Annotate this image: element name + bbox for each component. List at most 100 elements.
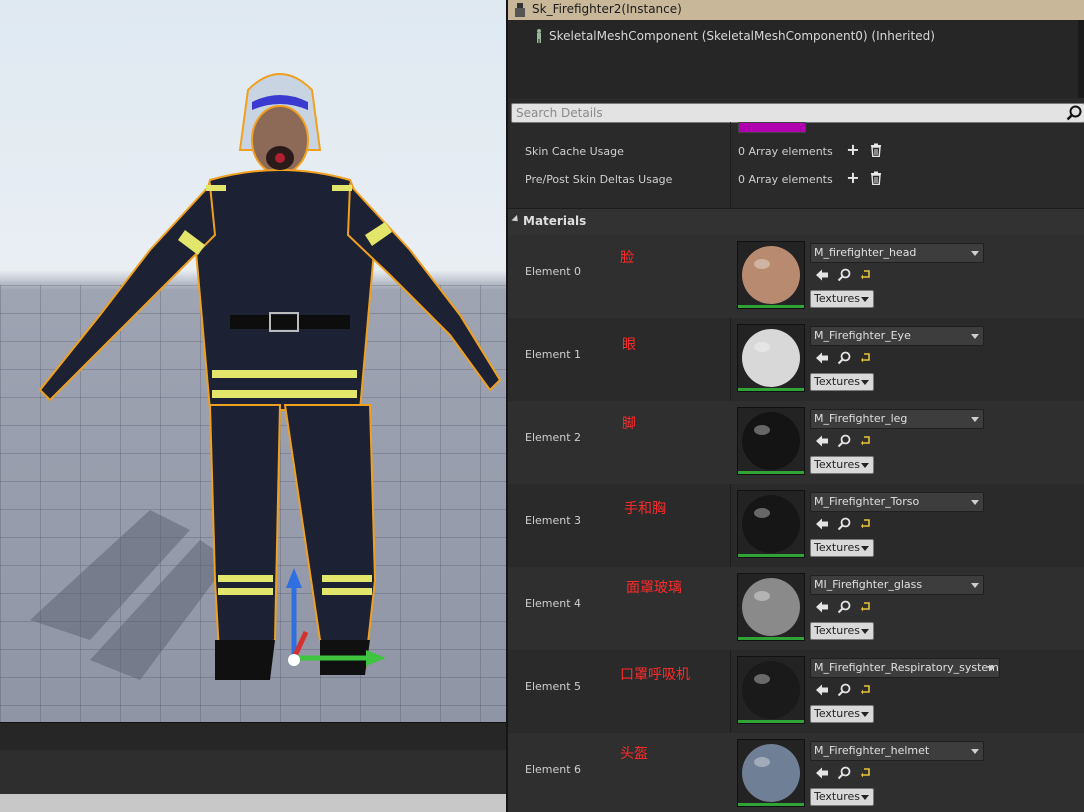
trash-icon[interactable] (870, 171, 882, 185)
property-value: 0 Array elements (738, 173, 833, 186)
material-picker-dropdown[interactable]: M_firefighter_head (810, 243, 984, 263)
materials-category-title: Materials (523, 214, 587, 228)
thumbnail-status-bar (738, 305, 804, 308)
search-input[interactable] (516, 104, 1056, 122)
material-thumbnail[interactable] (737, 490, 805, 558)
material-name: M_Firefighter_Respiratory_system (814, 661, 999, 674)
textures-dropdown-button[interactable]: Textures (810, 539, 874, 557)
arrow-left-icon[interactable] (815, 683, 829, 697)
arrow-left-icon[interactable] (815, 517, 829, 531)
plus-icon[interactable]: + (846, 170, 860, 186)
material-picker-dropdown[interactable]: M_Firefighter_helmet (810, 741, 984, 761)
chevron-down-icon (861, 795, 869, 800)
chevron-down-icon (861, 712, 869, 717)
textures-dropdown-button[interactable]: Textures (810, 705, 874, 723)
chevron-down-icon (987, 666, 995, 671)
magnifier-icon[interactable] (837, 351, 851, 365)
material-thumbnail[interactable] (737, 739, 805, 807)
level-viewport[interactable] (0, 0, 506, 722)
textures-label: Textures (814, 624, 860, 637)
chevron-down-icon (971, 500, 979, 505)
textures-dropdown-button[interactable]: Textures (810, 788, 874, 806)
material-sphere-icon (738, 657, 804, 723)
chevron-down-icon (861, 463, 869, 468)
annotation-note: 手和胸 (624, 501, 666, 517)
property-row-pre-post-skin-deltas: Pre/Post Skin Deltas Usage 0 Array eleme… (508, 166, 1084, 194)
arrow-left-icon[interactable] (815, 434, 829, 448)
arrow-left-icon[interactable] (815, 600, 829, 614)
color-swatch[interactable] (738, 122, 806, 133)
annotation-note: 眼 (622, 337, 636, 353)
material-sphere-icon (738, 740, 804, 806)
magnifier-icon[interactable] (837, 683, 851, 697)
material-picker-dropdown[interactable]: M_Firefighter_Respiratory_system (810, 658, 1000, 678)
material-sphere-icon (738, 325, 804, 391)
thumbnail-status-bar (738, 554, 804, 557)
chevron-down-icon (861, 297, 869, 302)
material-name: M_Firefighter_leg (814, 412, 908, 425)
reset-arrow-icon[interactable] (861, 351, 871, 365)
actor-instance-row[interactable]: Sk_Firefighter2(Instance) (508, 0, 1084, 20)
arrow-left-icon[interactable] (815, 268, 829, 282)
textures-dropdown-button[interactable]: Textures (810, 373, 874, 391)
magnifier-icon[interactable] (837, 434, 851, 448)
textures-dropdown-button[interactable]: Textures (810, 290, 874, 308)
material-element-row-3: Element 3 手和胸 M_Firefighter_Torso Textur… (508, 484, 1084, 567)
reset-arrow-icon[interactable] (861, 683, 871, 697)
reset-arrow-icon[interactable] (861, 268, 871, 282)
firefighter-character[interactable] (30, 60, 506, 700)
material-thumbnail[interactable] (737, 573, 805, 641)
material-sphere-icon (738, 574, 804, 640)
reset-arrow-icon[interactable] (861, 766, 871, 780)
trash-icon[interactable] (870, 143, 882, 157)
material-picker-dropdown[interactable]: M_Firefighter_Eye (810, 326, 984, 346)
material-element-row-0: Element 0 脸 M_firefighter_head Textures (508, 235, 1084, 318)
chevron-down-icon (971, 334, 979, 339)
annotation-note: 脚 (622, 416, 636, 432)
arrow-left-icon[interactable] (815, 766, 829, 780)
reset-arrow-icon[interactable] (861, 517, 871, 531)
collapse-arrow-icon[interactable] (511, 214, 521, 225)
textures-label: Textures (814, 790, 860, 803)
arrow-left-icon[interactable] (815, 351, 829, 365)
material-thumbnail[interactable] (737, 324, 805, 392)
magnifier-icon[interactable] (837, 268, 851, 282)
property-row-skin-cache-usage: Skin Cache Usage 0 Array elements + (508, 138, 1084, 166)
material-picker-dropdown[interactable]: M_Firefighter_Torso (810, 492, 984, 512)
magnifier-icon[interactable] (837, 600, 851, 614)
material-thumbnail[interactable] (737, 656, 805, 724)
material-name: M_firefighter_head (814, 246, 917, 259)
textures-dropdown-button[interactable]: Textures (810, 622, 874, 640)
magnifier-icon[interactable] (837, 517, 851, 531)
material-picker-dropdown[interactable]: M_Firefighter_leg (810, 409, 984, 429)
textures-dropdown-button[interactable]: Textures (810, 456, 874, 474)
material-name: M_Firefighter_helmet (814, 744, 930, 757)
textures-label: Textures (814, 292, 860, 305)
element-label: Element 3 (525, 514, 582, 527)
search-details-box[interactable] (511, 103, 1084, 123)
element-label: Element 1 (525, 348, 582, 361)
thumbnail-status-bar (738, 388, 804, 391)
details-panel: Sk_Firefighter2(Instance) SkeletalMeshCo… (506, 0, 1084, 812)
plus-icon[interactable]: + (846, 142, 860, 158)
annotation-note: 面罩玻璃 (626, 580, 682, 596)
property-name: Skin Cache Usage (525, 145, 624, 158)
material-thumbnail[interactable] (737, 241, 805, 309)
property-name: Pre/Post Skin Deltas Usage (525, 173, 673, 186)
search-icon[interactable] (1066, 105, 1082, 121)
magnifier-icon[interactable] (837, 766, 851, 780)
material-thumbnail[interactable] (737, 407, 805, 475)
reset-arrow-icon[interactable] (861, 434, 871, 448)
material-sphere-icon (738, 242, 804, 308)
viewport-status-bar (0, 722, 506, 751)
material-picker-dropdown[interactable]: MI_Firefighter_glass (810, 575, 984, 595)
editor-bottom-area (0, 750, 506, 794)
component-tree-scrollbar[interactable] (1078, 20, 1084, 98)
component-label: SkeletalMeshComponent (SkeletalMeshCompo… (549, 29, 935, 43)
material-sphere-icon (738, 491, 804, 557)
material-element-row-1: Element 1 眼 M_Firefighter_Eye Textures (508, 318, 1084, 401)
chevron-down-icon (861, 629, 869, 634)
element-label: Element 0 (525, 265, 582, 278)
materials-category-header[interactable]: Materials (508, 208, 1084, 236)
reset-arrow-icon[interactable] (861, 600, 871, 614)
